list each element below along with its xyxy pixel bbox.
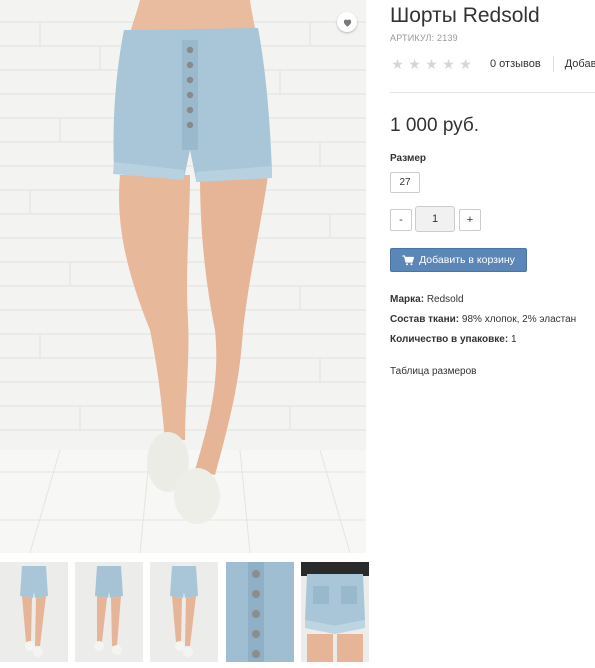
star-icon[interactable]: ★: [458, 57, 473, 71]
pack-quantity-label: Количество в упаковке:: [390, 334, 509, 345]
composition-value: 98% хлопок, 2% эластан: [461, 314, 577, 325]
shopping-cart-icon: [402, 254, 415, 265]
quantity-increase-button[interactable]: +: [459, 209, 481, 231]
size-label: Размер: [390, 153, 427, 164]
thumbnail-4[interactable]: [226, 562, 294, 662]
rating-stars: ★ ★ ★ ★ ★: [390, 57, 473, 71]
rating-bar: ★ ★ ★ ★ ★ 0 отзывов Добавить отзыв: [390, 56, 595, 72]
composition-property: Состав ткани: 98% хлопок, 2% эластан: [390, 314, 576, 325]
divider: [390, 92, 595, 93]
product-photo: [0, 0, 366, 553]
add-review-link[interactable]: Добавить отзыв: [565, 58, 595, 70]
brand-property: Марка: Redsold: [390, 294, 464, 305]
main-product-image[interactable]: [0, 0, 366, 553]
product-info: Шорты Redsold АРТИКУЛ: 2139 ★ ★ ★ ★ ★ 0 …: [390, 0, 595, 668]
size-table-link[interactable]: Таблица размеров: [390, 366, 476, 377]
star-icon[interactable]: ★: [407, 57, 422, 71]
wishlist-button[interactable]: [337, 12, 357, 32]
divider: [552, 56, 554, 72]
quantity-input[interactable]: [415, 206, 455, 232]
star-icon[interactable]: ★: [424, 57, 439, 71]
brand-value: Redsold: [426, 294, 464, 305]
thumbnail-5[interactable]: [301, 562, 369, 662]
thumbnail-gallery: [0, 562, 370, 662]
thumbnail-photo: [301, 562, 369, 662]
thumbnail-photo: [0, 562, 68, 662]
product-title: Шорты Redsold: [390, 4, 540, 27]
thumbnail-photo: [226, 562, 294, 662]
brand-label: Марка:: [390, 294, 425, 305]
pack-quantity-property: Количество в упаковке: 1: [390, 334, 517, 345]
reviews-link[interactable]: 0 отзывов: [490, 58, 541, 70]
thumbnail-2[interactable]: [75, 562, 143, 662]
thumbnail-photo: [75, 562, 143, 662]
size-option[interactable]: 27: [390, 172, 420, 193]
thumbnail-1[interactable]: [0, 562, 68, 662]
add-to-cart-label: Добавить в корзину: [419, 254, 515, 266]
star-icon[interactable]: ★: [441, 57, 456, 71]
heart-icon: [343, 19, 351, 27]
thumbnail-photo: [150, 562, 218, 662]
add-to-cart-button[interactable]: Добавить в корзину: [390, 248, 527, 272]
product-price: 1 000 руб.: [390, 115, 480, 136]
star-icon[interactable]: ★: [390, 57, 405, 71]
quantity-decrease-button[interactable]: -: [390, 209, 412, 231]
composition-label: Состав ткани:: [390, 314, 460, 325]
product-sku: АРТИКУЛ: 2139: [390, 33, 458, 43]
pack-quantity-value: 1: [510, 334, 517, 345]
thumbnail-3[interactable]: [150, 562, 218, 662]
